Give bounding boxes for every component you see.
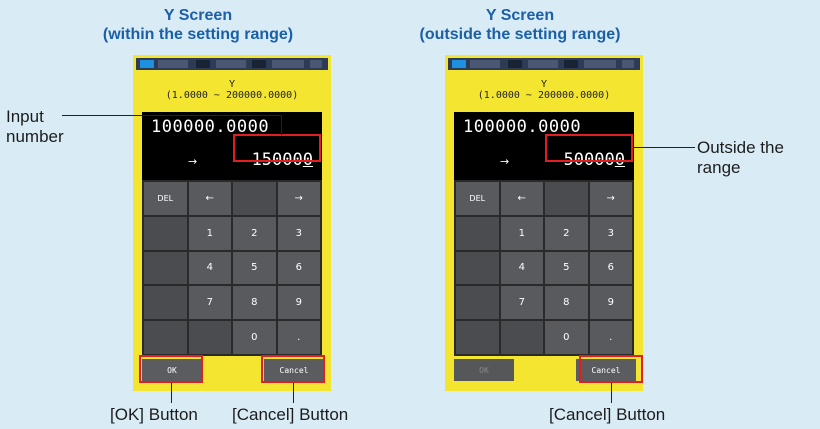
left-title-line1: Y Screen bbox=[163, 7, 233, 24]
status-segment bbox=[158, 60, 188, 68]
digit-key-8[interactable]: 8 bbox=[545, 286, 588, 320]
leader-line bbox=[633, 147, 695, 148]
digit-key-6[interactable]: 6 bbox=[589, 251, 632, 285]
digit-key-2[interactable]: 2 bbox=[545, 216, 588, 250]
battery-icon bbox=[452, 60, 466, 68]
digit-key-7[interactable]: 7 bbox=[500, 286, 543, 320]
digit-key-5[interactable]: 5 bbox=[233, 251, 276, 285]
leader-line bbox=[171, 383, 172, 403]
digit-key-5[interactable]: 5 bbox=[545, 251, 588, 285]
left-title: Y Screen (within the setting range) bbox=[98, 6, 298, 44]
left-arrow-key[interactable]: ← bbox=[188, 182, 231, 215]
range-display: Y (1.0000 ~ 200000.0000) bbox=[445, 79, 643, 101]
digit-key-4[interactable]: 4 bbox=[500, 251, 543, 285]
right-arrow-key[interactable]: → bbox=[589, 182, 632, 215]
decimal-key[interactable]: . bbox=[589, 321, 632, 354]
entry-highlight bbox=[545, 134, 633, 162]
digit-key-7[interactable]: 7 bbox=[188, 286, 231, 320]
left-device-screen: Y (1.0000 ~ 200000.0000) 100000.0000 → 1… bbox=[133, 55, 331, 391]
status-segment bbox=[272, 60, 304, 68]
range-text: (1.0000 ~ 200000.0000) bbox=[165, 90, 299, 101]
range-label: Y bbox=[228, 79, 236, 90]
del-key[interactable]: DEL bbox=[456, 182, 499, 215]
callout-line: number bbox=[6, 127, 64, 146]
keypad: DEL ← → 1 2 3 4 5 6 7 8 9 0. bbox=[142, 180, 322, 356]
left-arrow-key[interactable]: ← bbox=[500, 182, 543, 215]
digit-key-9[interactable]: 9 bbox=[589, 286, 632, 320]
digit-key-3[interactable]: 3 bbox=[589, 216, 632, 250]
leader-line bbox=[293, 383, 294, 403]
status-segment bbox=[470, 60, 500, 68]
right-title: Y Screen (outside the setting range) bbox=[410, 6, 630, 44]
range-text: (1.0000 ~ 200000.0000) bbox=[477, 90, 611, 101]
digit-key-0[interactable]: 0 bbox=[545, 321, 588, 354]
decimal-key[interactable]: . bbox=[277, 321, 320, 354]
ok-highlight bbox=[139, 355, 203, 383]
status-segment bbox=[584, 60, 616, 68]
blank-key bbox=[500, 321, 543, 354]
memory-icon bbox=[622, 60, 634, 68]
status-segment bbox=[564, 60, 578, 68]
digit-key-9[interactable]: 9 bbox=[277, 286, 320, 320]
right-title-line2: (outside the setting range) bbox=[419, 26, 621, 43]
leader-line bbox=[611, 383, 612, 403]
leader-line bbox=[281, 115, 282, 135]
cancel-highlight bbox=[579, 355, 643, 383]
arrow-icon: → bbox=[500, 155, 510, 168]
callout-line: range bbox=[697, 158, 741, 177]
cancel-highlight bbox=[261, 355, 325, 383]
callout-line: Outside the bbox=[697, 138, 784, 157]
leader-line bbox=[62, 115, 282, 116]
blank-key bbox=[233, 182, 276, 215]
outside-range-callout: Outside the range bbox=[697, 138, 784, 178]
blank-key bbox=[456, 321, 499, 354]
status-segment bbox=[196, 60, 210, 68]
status-segment bbox=[216, 60, 246, 68]
right-arrow-key[interactable]: → bbox=[277, 182, 320, 215]
digit-key-8[interactable]: 8 bbox=[233, 286, 276, 320]
right-title-line1: Y Screen bbox=[485, 7, 555, 24]
blank-key bbox=[188, 321, 231, 354]
range-display: Y (1.0000 ~ 200000.0000) bbox=[133, 79, 331, 101]
callout-line: Input bbox=[6, 107, 44, 126]
blank-key bbox=[144, 251, 187, 285]
memory-icon bbox=[310, 60, 322, 68]
digit-key-1[interactable]: 1 bbox=[500, 216, 543, 250]
digit-key-3[interactable]: 3 bbox=[277, 216, 320, 250]
blank-key bbox=[456, 286, 499, 320]
entry-highlight bbox=[233, 134, 321, 162]
status-segment bbox=[252, 60, 266, 68]
right-device-screen: Y (1.0000 ~ 200000.0000) 100000.0000 → 5… bbox=[445, 55, 643, 391]
keypad: DEL ← → 1 2 3 4 5 6 7 8 9 0. bbox=[454, 180, 634, 356]
status-segment bbox=[508, 60, 522, 68]
range-label: Y bbox=[540, 79, 548, 90]
cancel-button-callout: [Cancel] Button bbox=[549, 405, 666, 424]
blank-key bbox=[144, 321, 187, 354]
digit-key-4[interactable]: 4 bbox=[188, 251, 231, 285]
arrow-icon: → bbox=[188, 155, 198, 168]
status-bar bbox=[448, 58, 640, 70]
digit-key-6[interactable]: 6 bbox=[277, 251, 320, 285]
input-number-callout: Input number bbox=[6, 107, 64, 147]
del-key[interactable]: DEL bbox=[144, 182, 187, 215]
left-title-line2: (within the setting range) bbox=[102, 26, 294, 43]
blank-key bbox=[456, 216, 499, 250]
digit-key-0[interactable]: 0 bbox=[233, 321, 276, 354]
blank-key bbox=[545, 182, 588, 215]
status-bar bbox=[136, 58, 328, 70]
status-segment bbox=[528, 60, 558, 68]
blank-key bbox=[144, 286, 187, 320]
cancel-button-callout: [Cancel] Button bbox=[232, 405, 349, 424]
blank-key bbox=[144, 216, 187, 250]
ok-button-disabled: OK bbox=[454, 359, 514, 381]
digit-key-2[interactable]: 2 bbox=[233, 216, 276, 250]
blank-key bbox=[456, 251, 499, 285]
battery-icon bbox=[140, 60, 154, 68]
digit-key-1[interactable]: 1 bbox=[188, 216, 231, 250]
ok-button-callout: [OK] Button bbox=[110, 405, 198, 424]
